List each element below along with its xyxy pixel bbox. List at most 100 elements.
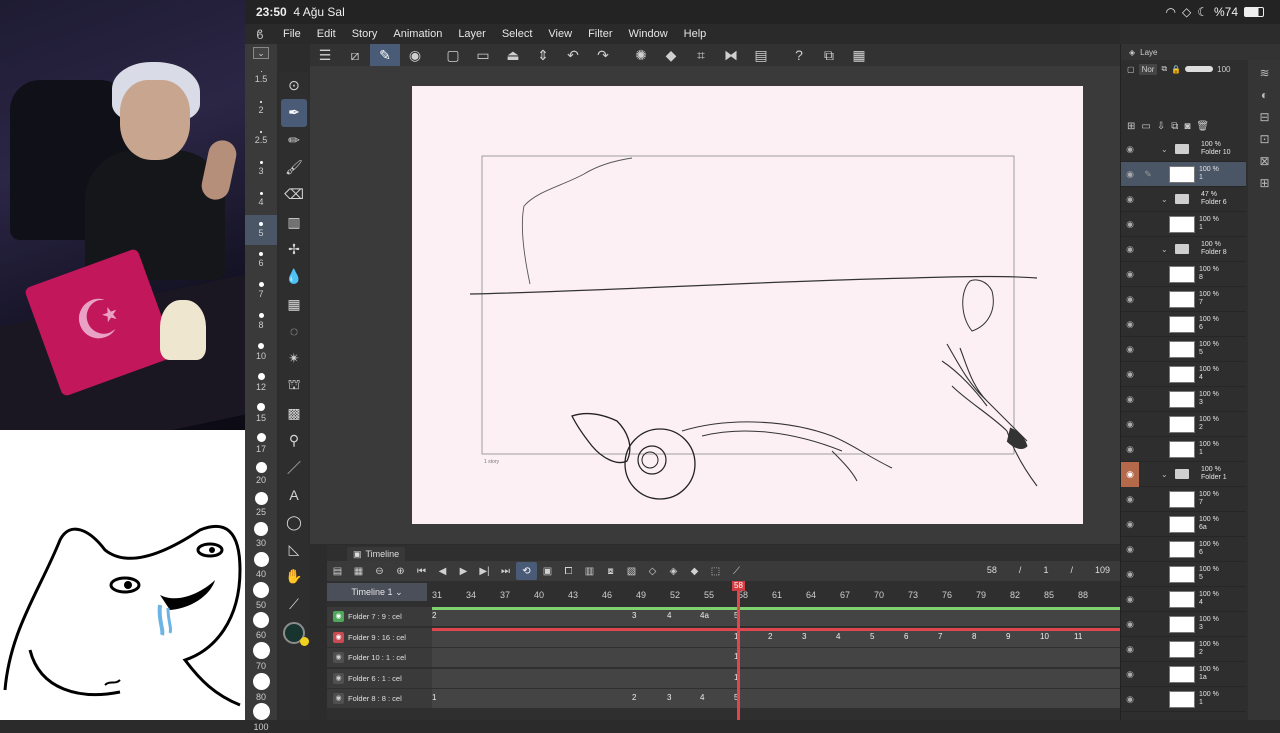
playhead[interactable] <box>737 581 740 720</box>
eye-icon[interactable]: ◉ <box>1121 244 1139 255</box>
export-icon[interactable]: ⧉ <box>814 44 844 66</box>
keyframe-icon[interactable]: ◇ <box>642 562 663 580</box>
layers-stack-icon[interactable]: ≋ <box>1259 66 1269 80</box>
eye-icon[interactable]: ◉ <box>1121 594 1139 605</box>
book-icon[interactable]: ▤ <box>746 44 776 66</box>
eye-icon[interactable]: ◉ <box>1121 144 1139 155</box>
zoom-out-icon[interactable]: ⊖ <box>369 562 390 580</box>
layer-folder[interactable]: ◉⌄47 %Folder 6 <box>1121 187 1246 212</box>
open-folder-icon[interactable]: ▭ <box>468 44 498 66</box>
chevron-down-icon[interactable]: ⌄ <box>1161 245 1171 254</box>
canvas-edit-icon[interactable]: ⧄ <box>340 44 370 66</box>
layer-item[interactable]: ◉100 %3 <box>1121 612 1246 637</box>
layer-item[interactable]: ◉100 %5 <box>1121 337 1246 362</box>
eye-icon[interactable]: ◉ <box>1121 294 1139 305</box>
brush-size-option[interactable]: 10 <box>245 337 277 368</box>
operation-tool-icon[interactable]: ⊙ <box>281 72 307 99</box>
cel-specify-icon[interactable]: ▥ <box>579 562 600 580</box>
eye-icon[interactable]: ◉ <box>333 673 344 684</box>
blend-tool-icon[interactable]: 💧 <box>281 263 307 290</box>
fill-tool-icon[interactable]: ⛫ <box>281 372 307 399</box>
timeline-settings-icon[interactable]: ▦ <box>348 562 369 580</box>
decoration-tool-icon[interactable]: ✢ <box>281 236 307 263</box>
lock-icon[interactable]: 🔒 <box>1171 65 1181 74</box>
layer-item[interactable]: ◉100 %6a <box>1121 512 1246 537</box>
mask-icon[interactable]: ◙ <box>1184 121 1190 132</box>
brush-size-dropdown[interactable]: ⌄ <box>245 44 277 62</box>
opacity-value[interactable]: 100 <box>1217 65 1230 74</box>
first-frame-icon[interactable]: ⏮ <box>411 562 432 580</box>
brush-tool-icon[interactable]: 🖌 <box>281 154 307 181</box>
eye-icon[interactable]: ◉ <box>1121 169 1139 180</box>
layer-item[interactable]: ◉100 %4 <box>1121 362 1246 387</box>
brush-size-option[interactable]: 30 <box>245 520 277 551</box>
updown-arrows-icon[interactable]: ⇕ <box>528 44 558 66</box>
eye-icon[interactable]: ◉ <box>1121 444 1139 455</box>
layer-item[interactable]: ◉100 %3 <box>1121 387 1246 412</box>
timeline-track[interactable]: ◉Folder 6 : 1 : cel1 <box>327 669 1120 688</box>
eye-icon[interactable]: ◉ <box>333 652 344 663</box>
assign-cel-icon[interactable]: ⧠ <box>558 562 579 580</box>
palette-icon[interactable]: ◐ <box>1261 88 1268 102</box>
eye-icon[interactable]: ◉ <box>1121 369 1139 380</box>
menu-filter[interactable]: Filter <box>580 28 620 40</box>
brush-size-option[interactable]: 5 <box>245 215 277 246</box>
onion-toggle-icon[interactable]: ⧇ <box>600 562 621 580</box>
timeline-track[interactable]: ◉Folder 8 : 8 : cel12345 <box>327 689 1120 708</box>
brush-size-option[interactable]: 25 <box>245 489 277 520</box>
brush-size-option[interactable]: 8 <box>245 306 277 337</box>
chevron-down-icon[interactable]: ⌄ <box>1161 470 1171 479</box>
menu-animation[interactable]: Animation <box>385 28 450 40</box>
menu-window[interactable]: Window <box>621 28 676 40</box>
new-timeline-icon[interactable]: ▤ <box>327 562 348 580</box>
menu-file[interactable]: File <box>275 28 309 40</box>
timeline-track[interactable]: ◉Folder 10 : 1 : cel1 <box>327 648 1120 667</box>
brush-size-option[interactable]: 4 <box>245 184 277 215</box>
brush-size-option[interactable]: 3 <box>245 154 277 185</box>
eye-icon[interactable]: ◉ <box>1121 694 1139 705</box>
layer-item[interactable]: ◉100 %2 <box>1121 637 1246 662</box>
transfer-icon[interactable]: ⇩ <box>1157 121 1165 132</box>
canvas-area[interactable]: 1 story <box>310 66 1122 544</box>
eye-icon[interactable]: ◉ <box>1121 394 1139 405</box>
track-label[interactable]: ◉Folder 8 : 8 : cel <box>327 689 432 708</box>
timeline-name[interactable]: Timeline 1 ⌄ <box>327 583 427 601</box>
eye-icon[interactable]: ◉ <box>1121 494 1139 505</box>
timeline-ruler[interactable]: 3134374043464952555861646770737679828588 <box>432 583 1120 601</box>
menu-help[interactable]: Help <box>676 28 715 40</box>
zoom-in-icon[interactable]: ⊕ <box>390 562 411 580</box>
brush-size-option[interactable]: 40 <box>245 550 277 581</box>
light-table-icon[interactable]: ▧ <box>621 562 642 580</box>
gradient-tool-icon[interactable]: ▩ <box>281 400 307 427</box>
track-cells[interactable]: 1 <box>432 648 1120 667</box>
brush-size-option[interactable]: 15 <box>245 398 277 429</box>
sub-tool-icon[interactable]: ⊡ <box>1259 132 1269 146</box>
brush-size-option[interactable]: 80 <box>245 672 277 703</box>
layer-item[interactable]: ◉100 %1 <box>1121 437 1246 462</box>
app-logo-icon[interactable]: ϐ <box>245 27 275 42</box>
track-cells[interactable]: 1234567891011 <box>432 628 1120 647</box>
clip-icon[interactable]: ⧉ <box>1161 64 1167 74</box>
play-icon[interactable]: ▶ <box>453 562 474 580</box>
layer-item[interactable]: ◉✎100 %1 <box>1121 162 1246 187</box>
merge-icon[interactable]: ⧉ <box>1171 121 1178 132</box>
ruler-tool-icon[interactable]: ◺ <box>281 536 307 563</box>
opacity-slider[interactable] <box>1185 66 1213 72</box>
eye-icon[interactable]: ◉ <box>1121 619 1139 630</box>
eye-icon[interactable]: ◉ <box>1121 669 1139 680</box>
chevron-down-icon[interactable]: ⌄ <box>1161 195 1171 204</box>
trash-icon[interactable]: 🗑 <box>1196 121 1209 132</box>
brush-size-option[interactable]: 6 <box>245 245 277 276</box>
grid-icon[interactable]: ▦ <box>844 44 874 66</box>
eyedropper-tool-icon[interactable]: ⟋ <box>281 591 307 618</box>
edit-brush-icon[interactable]: ✎ <box>370 44 400 66</box>
eye-icon[interactable]: ◉ <box>333 611 344 622</box>
menu-view[interactable]: View <box>540 28 580 40</box>
brush-size-option[interactable]: 7 <box>245 276 277 307</box>
track-label[interactable]: ◉Folder 6 : 1 : cel <box>327 669 432 688</box>
help-icon[interactable]: ? <box>784 44 814 66</box>
brush-size-option[interactable]: 50 <box>245 581 277 612</box>
loading-icon[interactable]: ✺ <box>626 44 656 66</box>
menu-select[interactable]: Select <box>494 28 541 40</box>
new-cel-icon[interactable]: ▣ <box>537 562 558 580</box>
